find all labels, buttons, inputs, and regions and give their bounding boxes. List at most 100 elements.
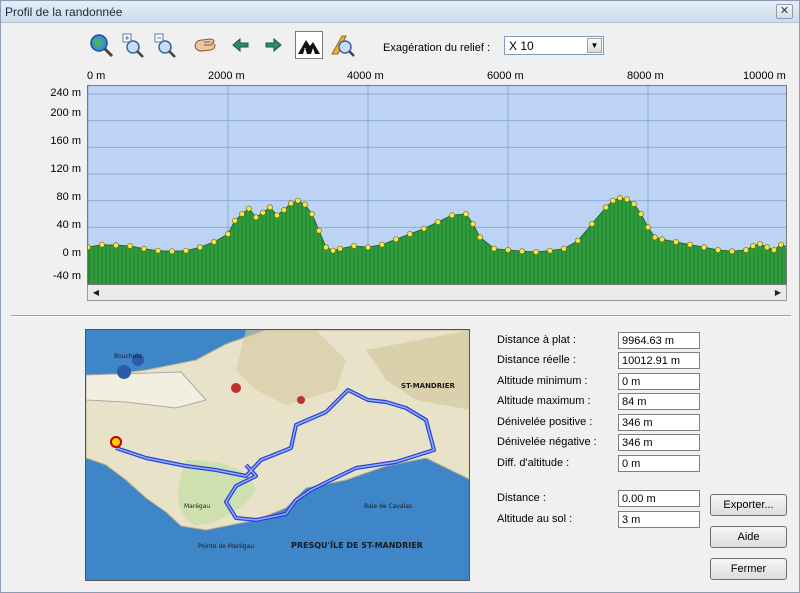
elevation-point bbox=[330, 247, 336, 254]
zoom-in-button[interactable] bbox=[119, 31, 147, 59]
elevation-point bbox=[449, 212, 455, 219]
export-button[interactable]: Exporter... bbox=[710, 494, 787, 516]
y-tick-label: 0 m bbox=[62, 247, 81, 259]
elevation-point bbox=[687, 241, 693, 248]
elevation-point bbox=[624, 196, 630, 203]
stat-label: Dénivelée négative : bbox=[497, 436, 597, 448]
help-button[interactable]: Aide bbox=[710, 526, 787, 548]
map-canvas: PRESQU'ÎLE DE ST-MANDRIER ST-MANDRIER Ba… bbox=[86, 330, 469, 580]
cursor-value-ground-altitude: 3 m bbox=[618, 511, 700, 528]
y-tick-label: 240 m bbox=[50, 87, 81, 99]
stat-label: Distance réelle : bbox=[497, 354, 576, 366]
map-label: Pointe de Marégau bbox=[198, 543, 254, 550]
profile-search-button[interactable] bbox=[329, 31, 357, 59]
zoom-out-button[interactable] bbox=[151, 31, 179, 59]
horizontal-scrollbar[interactable]: ◀ ▶ bbox=[87, 285, 787, 301]
zoom-extent-button[interactable] bbox=[87, 31, 115, 59]
close-button[interactable]: Fermer bbox=[710, 558, 787, 580]
elevation-point bbox=[652, 234, 658, 241]
map-label: PRESQU'ÎLE DE ST-MANDRIER bbox=[291, 539, 423, 550]
elevation-point bbox=[393, 236, 399, 243]
elevation-point bbox=[211, 239, 217, 245]
elevation-point bbox=[197, 244, 203, 251]
x-tick-label: 2000 m bbox=[208, 70, 245, 82]
y-tick-label: 160 m bbox=[50, 135, 81, 147]
elevation-point bbox=[337, 245, 343, 252]
elevation-point bbox=[631, 201, 637, 207]
elevation-point bbox=[225, 231, 231, 237]
elevation-point bbox=[477, 234, 483, 241]
elevation-point bbox=[239, 211, 245, 217]
stat-label: Diff. d'altitude : bbox=[497, 457, 570, 469]
elevation-profile-chart[interactable] bbox=[87, 85, 787, 285]
elevation-point bbox=[309, 211, 315, 217]
elevation-point bbox=[183, 247, 189, 254]
arrow-left-icon bbox=[232, 37, 249, 53]
elevation-point bbox=[645, 224, 651, 231]
exaggeration-label: Exagération du relief : bbox=[383, 42, 491, 54]
y-tick-label: 120 m bbox=[50, 163, 81, 175]
elevation-point bbox=[155, 247, 161, 254]
elevation-point bbox=[575, 237, 581, 244]
elevation-point bbox=[246, 205, 252, 212]
chevron-down-icon[interactable]: ▼ bbox=[587, 38, 602, 53]
elevation-point bbox=[302, 201, 308, 208]
elevation-point bbox=[750, 243, 756, 249]
profile-window: Profil de la randonnée ✕ Exagération du … bbox=[0, 0, 800, 593]
elevation-point bbox=[407, 231, 413, 237]
next-view-button[interactable] bbox=[259, 31, 287, 59]
arrow-right-icon bbox=[265, 37, 282, 53]
elevation-profile-plot bbox=[88, 86, 786, 284]
map-label: Bouchots bbox=[114, 353, 142, 360]
elevation-point bbox=[659, 236, 665, 243]
elevation-point bbox=[232, 217, 238, 224]
elevation-point bbox=[603, 204, 609, 211]
stat-value-altitude-diff: 0 m bbox=[618, 455, 700, 472]
terrain-fill-icon bbox=[298, 40, 320, 54]
elevation-point bbox=[638, 211, 644, 217]
exaggeration-select[interactable]: X 10 ▼ bbox=[504, 36, 604, 55]
previous-view-button[interactable] bbox=[227, 31, 255, 59]
elevation-point bbox=[421, 225, 427, 232]
elevation-point bbox=[113, 242, 119, 249]
pan-button[interactable] bbox=[191, 31, 219, 59]
window-title: Profil de la randonnée bbox=[5, 5, 123, 19]
elevation-point bbox=[274, 212, 280, 219]
stat-value-positive-elevation: 346 m bbox=[618, 414, 700, 431]
elevation-point bbox=[470, 221, 476, 227]
elevation-point bbox=[127, 243, 133, 249]
stat-label: Altitude minimum : bbox=[497, 375, 588, 387]
route-map[interactable]: PRESQU'ÎLE DE ST-MANDRIER ST-MANDRIER Ba… bbox=[85, 329, 470, 581]
terrain-fill-button[interactable] bbox=[295, 31, 323, 59]
cursor-label: Distance : bbox=[497, 492, 546, 504]
exaggeration-value: X 10 bbox=[509, 39, 534, 53]
elevation-point bbox=[701, 244, 707, 251]
elevation-point bbox=[379, 241, 385, 248]
scroll-left-icon[interactable]: ◀ bbox=[89, 286, 103, 299]
x-tick-label: 8000 m bbox=[627, 70, 664, 82]
zoom-in-icon bbox=[122, 33, 144, 58]
map-label: Baie de Cavalas bbox=[364, 503, 412, 510]
stat-value-max-altitude: 84 m bbox=[618, 393, 700, 410]
x-tick-label: 0 m bbox=[87, 70, 106, 82]
stat-label: Dénivelée positive : bbox=[497, 416, 593, 428]
elevation-point bbox=[519, 248, 525, 255]
elevation-point bbox=[323, 244, 329, 251]
elevation-point bbox=[547, 247, 553, 254]
stat-value-flat-distance: 9964.63 m bbox=[618, 332, 700, 349]
cursor-value-distance: 0.00 m bbox=[618, 490, 700, 507]
y-tick-label: 80 m bbox=[56, 191, 81, 203]
y-tick-label: -40 m bbox=[52, 270, 81, 282]
elevation-point bbox=[435, 219, 441, 225]
map-label: Marégau bbox=[184, 503, 210, 510]
stat-value-real-distance: 10012.91 m bbox=[618, 352, 700, 369]
divider bbox=[11, 315, 791, 317]
elevation-point bbox=[505, 247, 511, 253]
elevation-point bbox=[169, 248, 175, 255]
scroll-right-icon[interactable]: ▶ bbox=[771, 286, 785, 299]
elevation-point bbox=[316, 227, 322, 234]
y-tick-label: 200 m bbox=[50, 107, 81, 119]
title-bar[interactable]: Profil de la randonnée ✕ bbox=[1, 1, 799, 23]
close-window-button[interactable]: ✕ bbox=[776, 4, 793, 19]
elevation-point bbox=[253, 214, 259, 221]
